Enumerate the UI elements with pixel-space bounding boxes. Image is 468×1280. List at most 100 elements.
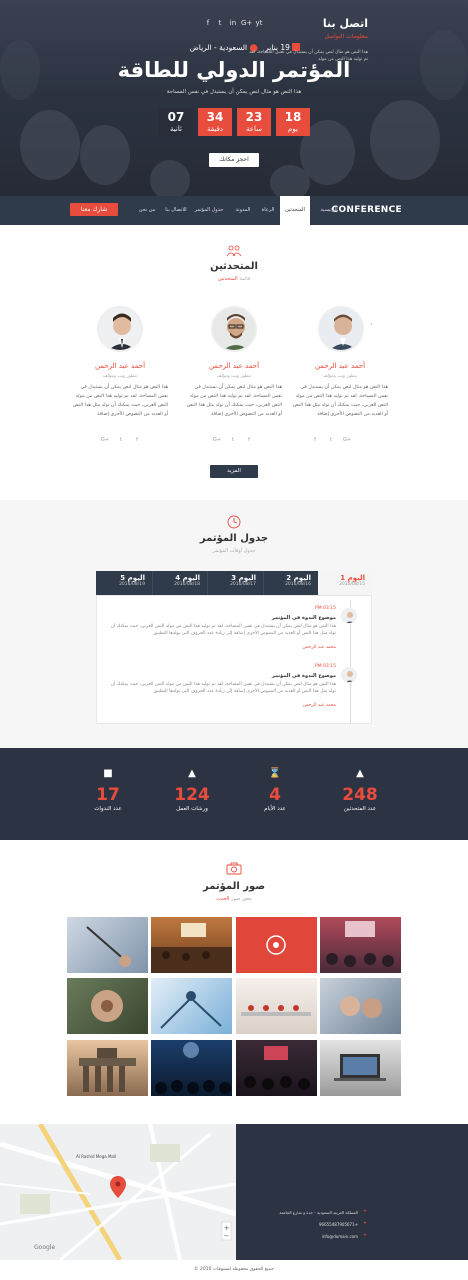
contact-email[interactable]: info@domain.com [322, 1234, 358, 1239]
stat-value: 4 [269, 785, 281, 805]
footer-copyright: جميع الحقوق محفوظة لمسوقات 2016 © [0, 1260, 468, 1280]
countdown-label: دقيقة [207, 125, 223, 133]
countdown-label: ثانية [170, 125, 182, 133]
event-time: PM 03:15 [315, 606, 336, 611]
event-title[interactable]: موضوع الندوة في المؤتمر [186, 673, 336, 679]
gallery-photo[interactable] [236, 978, 317, 1034]
countdown-value: 18 [284, 110, 302, 124]
countdown-label: يوم [288, 125, 298, 133]
speaker-avatar [318, 306, 364, 352]
tab-day-5[interactable]: اليوم 5 2016/08/19 [96, 571, 152, 595]
event-title[interactable]: موضوع الندوة في المؤتمر [186, 615, 336, 621]
gallery-photo[interactable] [320, 978, 401, 1034]
phone-icon: • [363, 1220, 367, 1227]
page: f t in G+ yt 19 يناير ⬤ السعودية - الريا… [0, 0, 468, 1280]
nav-item-schedule[interactable]: جدول المؤتمر [192, 207, 226, 213]
twitter-icon[interactable]: t [116, 435, 126, 445]
event-speaker-avatar [341, 608, 357, 624]
join-button[interactable]: شارك معنا [70, 203, 118, 216]
stat-label: عدد الأيام [264, 806, 286, 812]
googleplus-icon[interactable]: G+ [100, 435, 110, 445]
schedule-subtitle: جدول أوقات المؤتمر [212, 548, 256, 554]
facebook-icon[interactable]: f [310, 435, 320, 445]
main-nav: CONFERENCE الرئيسية المتحدثين الرعاة الم… [0, 196, 468, 225]
contact-phone[interactable]: +96655487905671 [319, 1222, 358, 1227]
linkedin-icon[interactable]: in [228, 18, 238, 28]
tab-day-4[interactable]: اليوم 4 2016/08/18 [152, 571, 207, 595]
stat-label: عدد المتحدثين [343, 806, 377, 812]
countdown-value: 34 [206, 110, 224, 124]
location-pin-icon: • [363, 1208, 367, 1215]
speaker-name: أحمد عبد الرحمن [314, 362, 366, 370]
speaker-avatar [97, 306, 143, 352]
speaker-bio: هذا النص هو مثال لنص يمكن أن يستبدل في ن… [292, 385, 388, 417]
speaker-role: مطور ويب ومؤلف [322, 374, 358, 379]
twitter-icon[interactable]: t [215, 18, 225, 28]
network-icon: ▲ [188, 768, 196, 779]
day-date: 2016/08/16 [285, 582, 311, 587]
nav-item-home[interactable]: الرئيسية [318, 207, 340, 213]
gallery-photo[interactable] [67, 1040, 148, 1096]
day-label: اليوم 3 [231, 574, 256, 582]
gallery-photo[interactable] [320, 917, 401, 973]
event-description: هذا النص هو مثال لنص يمكن أن يستبدل في ن… [110, 624, 336, 636]
gallery-subtitle: بعض صور الحدث [134, 896, 334, 902]
speaker-name: أحمد عبد الرحمن [94, 362, 146, 370]
hourglass-icon: ⌛ [268, 768, 282, 779]
youtube-icon[interactable]: yt [254, 18, 264, 28]
location-map[interactable]: + − Al Rashid Mega Mall Google [0, 1124, 236, 1260]
event-speaker-name[interactable]: محمد عبد الرحمن [256, 645, 336, 650]
day-label: اليوم 4 [175, 574, 200, 582]
stat-value: 248 [342, 785, 378, 805]
googleplus-icon[interactable]: G+ [241, 18, 252, 28]
googleplus-icon[interactable]: G+ [342, 435, 352, 445]
googleplus-icon[interactable]: G+ [212, 435, 222, 445]
hero-subtitle: هذا النص هو مثال لنص يمكن أن يستبدل في ن… [166, 89, 302, 95]
gallery-photo[interactable] [67, 978, 148, 1034]
day-date: 2016/08/17 [230, 582, 256, 587]
gallery-title: صور المؤتمر [202, 881, 265, 892]
more-speakers-button[interactable]: المزيد [210, 465, 258, 478]
carousel-next-icon[interactable]: › [370, 320, 373, 328]
gallery-photo[interactable] [151, 1040, 232, 1096]
speaker-name: أحمد عبد الرحمن [208, 362, 260, 370]
tab-day-2[interactable]: اليوم 2 2016/08/16 [263, 571, 318, 595]
facebook-icon[interactable]: f [203, 18, 213, 28]
nav-item-sponsors[interactable]: الرعاة [258, 207, 278, 213]
stat-speakers: ▲ 248 عدد المتحدثين [330, 768, 390, 812]
countdown-value: 07 [167, 110, 185, 124]
contact-address: المملكة العربية السعودية - جدة و شارع ال… [279, 1210, 358, 1215]
speakers-subtitle-highlight: المتحدثين [217, 276, 238, 282]
stat-value: 124 [174, 785, 210, 805]
gallery-photo[interactable] [151, 978, 232, 1034]
brand-logo[interactable]: CONFERENCE [332, 205, 402, 215]
nav-item-blog[interactable]: المدونة [232, 207, 254, 213]
map-place-label: Al Rashid Mega Mall [76, 1154, 117, 1159]
facebook-icon[interactable]: f [132, 435, 142, 445]
gallery-photo[interactable] [67, 917, 148, 973]
nav-item-contact[interactable]: للاتصال بنا [162, 207, 190, 213]
presentation-icon: ■ [103, 768, 113, 779]
tab-day-1[interactable]: اليوم 1 2016/08/15 [318, 571, 372, 595]
book-seat-button[interactable]: احجز مكانك [209, 153, 259, 167]
event-description: هذا النص هو مثال لنص يمكن أن يستبدل في ن… [110, 682, 336, 694]
hero-section: f t in G+ yt 19 يناير ⬤ السعودية - الريا… [0, 0, 468, 196]
email-icon: • [363, 1232, 367, 1239]
speaker-role: مطور ويب ومؤلف [102, 374, 138, 379]
tab-day-3[interactable]: اليوم 3 2016/08/17 [207, 571, 263, 595]
twitter-icon[interactable]: t [228, 435, 238, 445]
speakers-subtitle: قائمة المتحدثين [134, 276, 334, 282]
stat-days: ⌛ 4 عدد الأيام [245, 768, 305, 812]
event-speaker-name[interactable]: محمد عبد الرحمن [256, 703, 336, 708]
nav-item-speakers[interactable]: المتحدثين [280, 196, 310, 225]
gallery-photo[interactable] [151, 917, 232, 973]
contact-panel [236, 1124, 468, 1260]
twitter-icon[interactable]: t [326, 435, 336, 445]
gallery-photo[interactable] [236, 1040, 317, 1096]
nav-item-about[interactable]: من نحن [136, 207, 158, 213]
event-time: PM 03:15 [315, 664, 336, 669]
camera-icon [226, 862, 242, 875]
gallery-photo[interactable] [236, 917, 317, 973]
gallery-photo[interactable] [320, 1040, 401, 1096]
facebook-icon[interactable]: f [244, 435, 254, 445]
